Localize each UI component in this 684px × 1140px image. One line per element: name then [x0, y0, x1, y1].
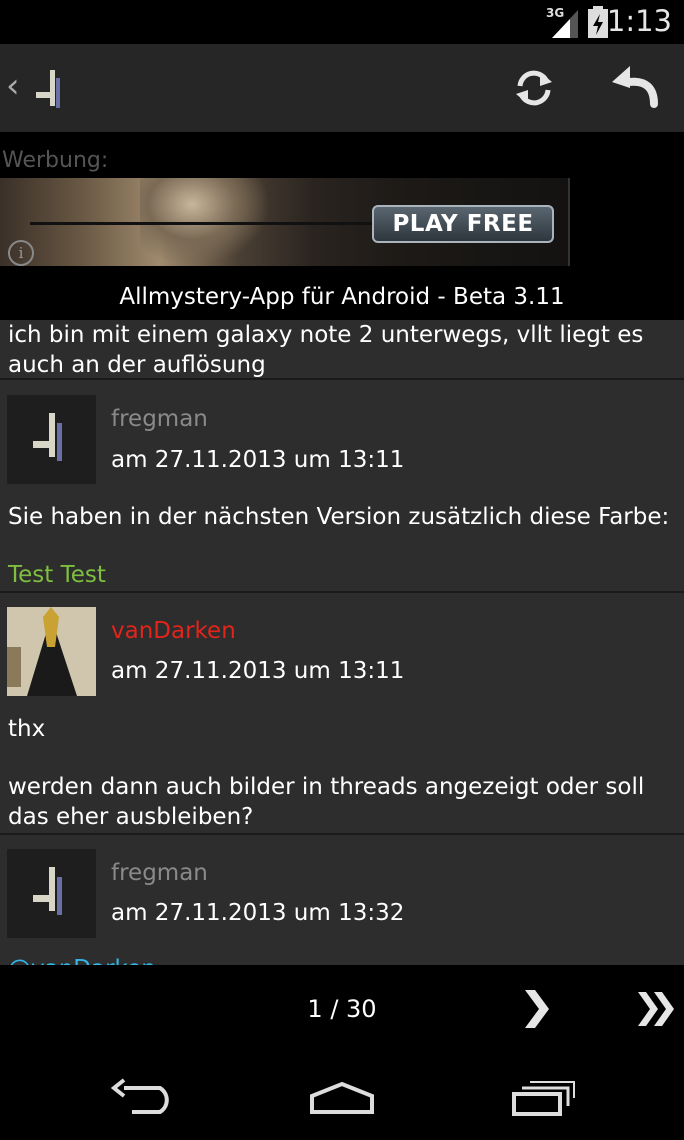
last-page-icon[interactable]	[634, 984, 678, 1034]
play-free-button[interactable]: PLAY FREE	[372, 205, 554, 243]
battery-icon	[588, 6, 608, 38]
post-date: am 27.11.2013 um 13:11	[111, 658, 405, 684]
username[interactable]: vanDarken	[111, 618, 236, 644]
post-date: am 27.11.2013 um 13:11	[111, 447, 405, 473]
action-bar: ‹	[0, 44, 684, 132]
avatar-logo-icon	[33, 867, 62, 915]
colored-text: Test Test	[8, 562, 106, 588]
app-logo-icon	[36, 70, 60, 108]
divider	[0, 591, 684, 593]
status-bar: 3G 1:13	[0, 0, 684, 44]
home-icon[interactable]	[308, 1080, 376, 1116]
reply-icon[interactable]	[610, 64, 658, 108]
post-text: thx	[8, 716, 46, 742]
avatar[interactable]	[7, 395, 96, 484]
avatar[interactable]	[7, 607, 96, 696]
post-text: Sie haben in der nächsten Version zusätz…	[8, 504, 670, 530]
avatar-figure-icon	[7, 607, 96, 696]
recent-apps-icon[interactable]	[510, 1080, 576, 1118]
home-up-button[interactable]: ‹	[0, 44, 80, 132]
ad-divider	[568, 178, 570, 266]
signal-icon	[552, 10, 578, 38]
post-date: am 27.11.2013 um 13:32	[111, 900, 405, 926]
ad-rifle	[30, 222, 390, 225]
app-title: Allmystery-App für Android - Beta 3.11	[119, 284, 565, 310]
post-text: werden dann auch bilder in threads angez…	[8, 774, 645, 830]
refresh-icon[interactable]	[512, 66, 556, 110]
avatar-logo-icon	[33, 413, 62, 461]
post-text: ich bin mit einem galaxy note 2 unterweg…	[8, 322, 644, 378]
next-page-icon[interactable]	[517, 984, 557, 1034]
page-indicator: 1 / 30	[307, 995, 377, 1023]
divider	[0, 833, 684, 835]
back-chevron-icon: ‹	[6, 66, 20, 106]
avatar[interactable]	[7, 849, 96, 938]
ad-label: Werbung:	[2, 148, 109, 173]
clock: 1:13	[606, 4, 672, 38]
divider	[0, 378, 684, 380]
navigation-bar	[0, 1060, 684, 1140]
username[interactable]: fregman	[111, 406, 208, 432]
ad-info-icon[interactable]: i	[8, 240, 34, 266]
username[interactable]: fregman	[111, 860, 208, 886]
back-icon[interactable]	[110, 1078, 176, 1118]
mention-text[interactable]: @vanDarken	[8, 954, 676, 965]
post-list[interactable]: ich bin mit einem galaxy note 2 unterweg…	[0, 320, 684, 965]
